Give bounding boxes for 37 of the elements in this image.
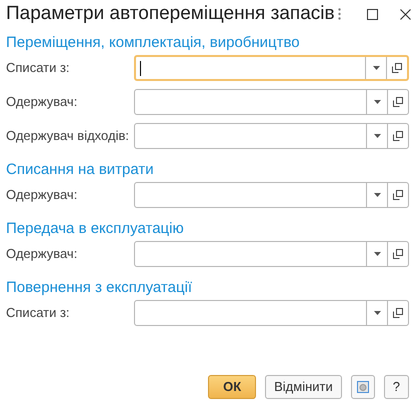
dropdown-arrow-icon[interactable]	[374, 311, 380, 315]
open-window-icon[interactable]	[393, 190, 403, 200]
more-icon[interactable]	[338, 8, 341, 20]
open-window-icon[interactable]	[392, 63, 402, 73]
select-field[interactable]	[134, 55, 409, 81]
open-window-icon[interactable]	[393, 97, 403, 107]
dropdown-arrow-icon[interactable]	[374, 134, 380, 138]
settings-button[interactable]	[350, 375, 375, 399]
ok-button[interactable]: ОК	[208, 375, 256, 399]
window-title: Параметри автопереміщення запасів	[6, 2, 336, 26]
section-heading: Переміщення, комплектація, виробництво	[6, 33, 301, 53]
field-label: Одержувач відходів:	[6, 127, 130, 146]
section-heading: Повернення з експлуатації	[6, 278, 194, 298]
select-field[interactable]	[134, 241, 409, 267]
section-heading: Передача в експлуатацію	[6, 219, 185, 239]
select-field[interactable]	[134, 123, 409, 149]
dropdown-arrow-icon[interactable]	[372, 66, 380, 70]
select-field[interactable]	[134, 89, 409, 115]
dropdown-arrow-icon[interactable]	[374, 100, 380, 104]
maximize-icon[interactable]	[367, 8, 378, 20]
dialog-button[interactable]: ?	[384, 375, 409, 399]
select-field[interactable]	[134, 182, 409, 208]
open-window-icon[interactable]	[393, 308, 403, 318]
dialog-button[interactable]: Відмінити	[265, 375, 342, 399]
field-label: Списати з:	[6, 304, 71, 322]
dropdown-arrow-icon[interactable]	[374, 193, 380, 197]
open-window-icon[interactable]	[393, 249, 403, 259]
open-window-icon[interactable]	[393, 131, 403, 141]
dropdown-arrow-icon[interactable]	[374, 252, 380, 256]
field-label: Списати з:	[6, 59, 71, 78]
field-label: Одержувач:	[6, 245, 78, 264]
field-label: Одержувач:	[6, 93, 78, 112]
section-heading: Списання на витрати	[6, 160, 155, 180]
select-field[interactable]	[134, 300, 409, 326]
text-cursor	[140, 60, 141, 76]
close-icon[interactable]	[400, 8, 411, 20]
field-label: Одержувач:	[6, 186, 78, 204]
